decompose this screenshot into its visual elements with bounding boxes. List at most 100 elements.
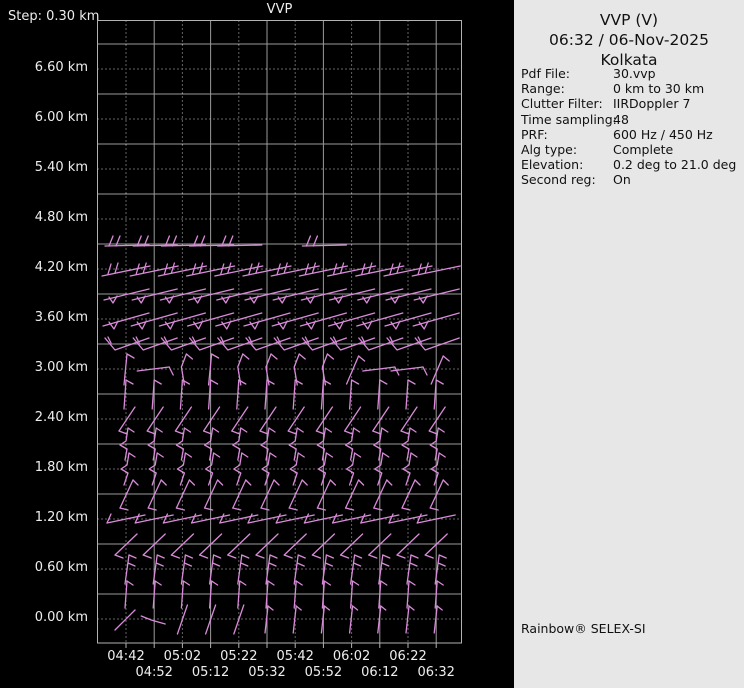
wind-barb [326,453,332,457]
wind-barb [156,563,163,566]
y-tick-label: 3.00 km [6,360,88,375]
wind-barb [171,263,174,273]
y-tick-label: 4.80 km [6,210,88,225]
info-header: VVP (V) 06:32 / 06-Nov-2025 Kolkata [514,10,744,70]
wind-barb [425,263,428,273]
info-field-label: Elevation: [521,157,613,172]
wind-barb [415,480,420,485]
info-field-label: Range: [521,81,613,96]
wind-barb [115,263,118,273]
plot-title: VVP [97,2,462,17]
wind-barb [363,296,371,303]
wind-barb [430,508,438,510]
info-field-row: Elevation:0.2 deg to 21.0 deg [521,157,741,172]
wind-barb [359,480,364,485]
wind-barb [127,581,133,585]
wind-barb [325,563,332,566]
wind-barb [383,555,390,558]
wind-barb [425,555,433,558]
x-tick-label: 05:22 [211,649,267,664]
wind-barb [115,555,123,558]
wind-barb [270,555,277,558]
wind-barb [115,610,135,630]
x-tick-label: 05:42 [267,649,323,664]
wind-barb [436,380,443,384]
wind-barb [246,480,251,485]
info-field-value: 48 [613,112,741,127]
wind-barb [380,380,387,384]
y-tick-label: 0.60 km [6,560,88,575]
wind-barb [352,380,359,384]
info-field-label: Alg type: [521,142,613,157]
info-field-value: IIRDoppler 7 [613,96,741,111]
wind-barb [242,555,249,558]
wind-barb [439,555,446,558]
wind-barb [438,563,445,566]
wind-barb [169,367,173,375]
wind-barb [317,508,325,510]
wind-barb [213,563,220,566]
step-label: Step: 0.30 km [8,9,99,24]
wind-barb [289,508,297,510]
wind-barb [302,480,307,485]
wind-barb [369,263,372,273]
wind-barb [355,453,361,457]
wind-barb [250,296,258,303]
x-tick-label: 04:42 [98,649,154,664]
wind-barb [409,606,414,610]
wind-barb [324,606,329,610]
wind-barb [157,453,163,457]
wind-barb [383,453,389,457]
wind-barb [269,563,276,566]
wind-barb [200,263,203,273]
info-field-row: Range:0 km to 30 km [521,81,741,96]
wind-barb [423,367,427,375]
wind-barb [161,480,166,485]
wind-barb [324,581,330,585]
info-field-row: PRF:600 Hz / 450 Hz [521,127,741,142]
wind-barb [374,508,382,510]
wind-barb [296,581,302,585]
wind-barb [391,296,399,303]
wind-barb [299,354,305,359]
wind-barb [359,356,365,361]
wind-barb [437,581,443,585]
info-panel: VVP (V) 06:32 / 06-Nov-2025 Kolkata Pdf … [514,0,744,688]
product-datetime: 06:32 / 06-Nov-2025 [514,30,744,50]
wind-barb [341,263,344,273]
wind-barb [387,480,392,485]
wind-barb [143,263,146,273]
info-field-value: 600 Hz / 450 Hz [613,127,741,142]
wind-barb [155,581,161,585]
wind-barb [312,263,315,273]
x-tick-label: 04:52 [126,665,182,680]
wind-barb [346,508,354,510]
wind-barb [256,263,259,273]
y-tick-label: 0.00 km [6,610,88,625]
y-tick-label: 3.60 km [6,310,88,325]
info-field-value: 0.2 deg to 21.0 deg [613,157,741,172]
plot-region: Step: 0.30 km VVP 6.60 km6.00 km5.40 km4… [0,0,514,688]
wind-barb [205,508,213,510]
wind-barb [274,480,279,485]
wind-barb [411,453,417,457]
y-tick-label: 4.20 km [6,260,88,275]
wind-barb [353,606,358,610]
wind-barb [171,555,179,558]
wind-barb [200,555,208,558]
wind-barb [354,563,361,566]
wind-barb [335,296,343,303]
wind-barb [298,453,304,457]
wind-barb [284,263,287,273]
y-tick-label: 6.60 km [6,60,88,75]
wind-barb [402,508,410,510]
wind-barb [325,428,331,432]
wind-barb [120,508,128,510]
wind-barb [381,606,386,610]
x-tick-label: 06:32 [408,665,464,680]
wind-barb [271,354,277,359]
wind-barb [437,606,442,610]
wind-barb [431,356,443,384]
y-tick-label: 1.20 km [6,510,88,525]
wind-barb [354,428,360,432]
